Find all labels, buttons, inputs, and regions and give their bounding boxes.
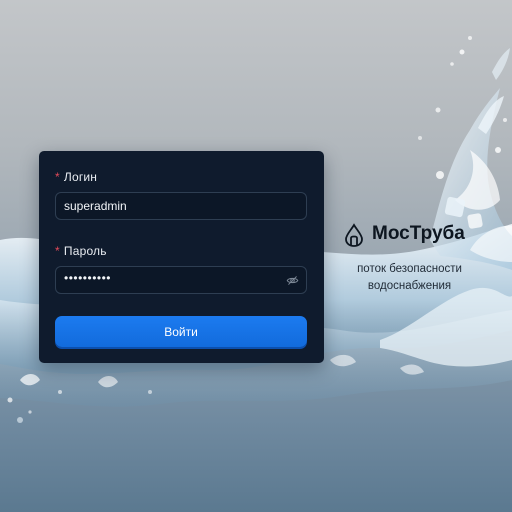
required-mark: * (55, 244, 60, 258)
login-page: * Логин superadmin * Пароль •••••••••• Вой… (0, 0, 512, 512)
brand-tagline: поток безопасности водоснабжения (341, 261, 478, 295)
login-button[interactable]: Войти (55, 316, 307, 347)
tagline-line-2: водоснабжения (367, 280, 452, 292)
login-form: * Логин superadmin * Пароль •••••••••• Вой… (39, 151, 324, 363)
login-field-label: * Логин (55, 170, 97, 184)
drop-pipe-logo-icon (345, 223, 363, 247)
brand-header: МосТруба (341, 220, 481, 250)
login-input-value: superadmin (64, 199, 127, 213)
eye-off-icon[interactable] (286, 274, 299, 287)
login-input[interactable]: superadmin (55, 192, 307, 220)
password-label-text: Пароль (63, 244, 107, 258)
brand-name: МосТруба (372, 223, 465, 244)
login-label-text: Логин (63, 170, 98, 184)
tagline-line-1: поток безопасности (357, 263, 462, 275)
password-input[interactable]: •••••••••• (55, 266, 307, 294)
password-input-value: •••••••••• (64, 271, 112, 285)
password-field-label: * Пароль (55, 244, 107, 258)
required-mark: * (55, 170, 60, 184)
